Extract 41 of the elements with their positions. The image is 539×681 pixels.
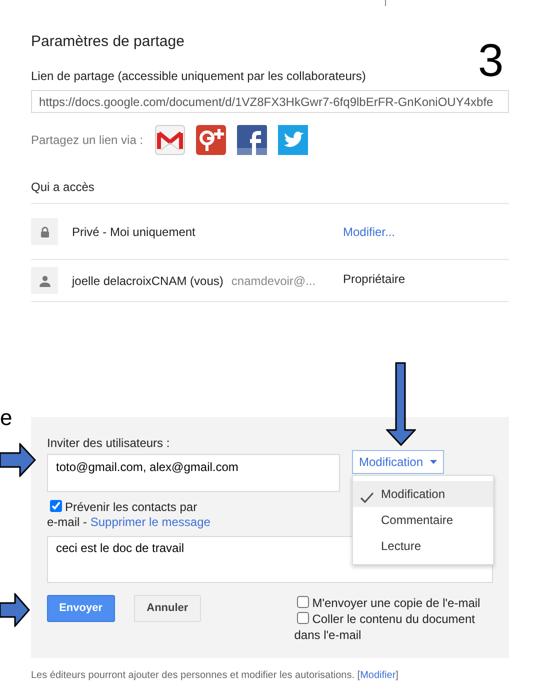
invite-field[interactable]: toto@gmail.com, alex@gmail.com xyxy=(47,454,340,492)
share-via-label: Partagez un lien via : xyxy=(31,132,144,149)
gmail-icon[interactable] xyxy=(155,125,186,155)
modify-link[interactable]: Modifier... xyxy=(343,222,396,240)
option-checkbox[interactable] xyxy=(297,612,310,624)
facebook-icon[interactable] xyxy=(237,125,268,155)
option-label: Coller le contenu du document xyxy=(312,612,475,626)
twitter-icon[interactable] xyxy=(278,125,308,155)
remove-message-link[interactable]: Supprimer le message xyxy=(90,515,210,529)
notify-label: e-mail - xyxy=(47,515,88,529)
access-email: cnamdevoir@... xyxy=(231,272,316,290)
lock-icon xyxy=(31,218,58,245)
check-icon xyxy=(360,492,374,504)
person-icon xyxy=(31,267,58,294)
access-name: joelle delacroixCNAM (vous) xyxy=(72,272,224,290)
dialog-title: Paramètres de partage xyxy=(31,32,186,51)
pointer-arrow xyxy=(0,593,30,627)
option-checkbox[interactable] xyxy=(297,596,310,608)
access-name: Privé - Moi uniquement xyxy=(72,224,196,240)
menu-item[interactable]: Lecture xyxy=(353,533,493,559)
pointer-arrow xyxy=(0,443,36,477)
cut-off-text: e xyxy=(0,407,12,429)
access-role: Propriétaire xyxy=(343,270,406,288)
link-field[interactable]: https://docs.google.com/document/d/1VZ8FX3HkGwr7-6fq9lbErFR-GnKoniOUY4xbfe xyxy=(31,90,509,113)
option-label: M'envoyer une copie de l'e-mail xyxy=(312,596,480,610)
menu-item[interactable]: Modification xyxy=(353,481,493,507)
menu-item[interactable]: Commentaire xyxy=(353,507,493,533)
footer-note: Les éditeurs pourront ajouter des personnes et modifier les autorisations. [ xyxy=(31,670,360,681)
footer-modify-link[interactable]: Modifier xyxy=(360,670,396,681)
invite-label: Inviter des utilisateurs : xyxy=(47,435,170,452)
caret-icon xyxy=(430,460,438,464)
access-heading: Qui a accès xyxy=(31,179,94,196)
option-label: dans l'e-mail xyxy=(294,628,362,642)
footer-bracket: ] xyxy=(396,670,398,681)
link-label: Lien de partage (accessible uniquement par les collaborateurs) xyxy=(31,68,366,85)
notify-checkbox[interactable] xyxy=(50,500,62,512)
annotation-number: 3 xyxy=(478,37,504,83)
notify-label: Prévenir les contacts par xyxy=(65,500,198,514)
permission-dropdown[interactable]: Modification xyxy=(352,450,444,474)
cancel-button[interactable]: Annuler xyxy=(134,595,202,622)
google-plus-icon[interactable] xyxy=(196,125,226,155)
